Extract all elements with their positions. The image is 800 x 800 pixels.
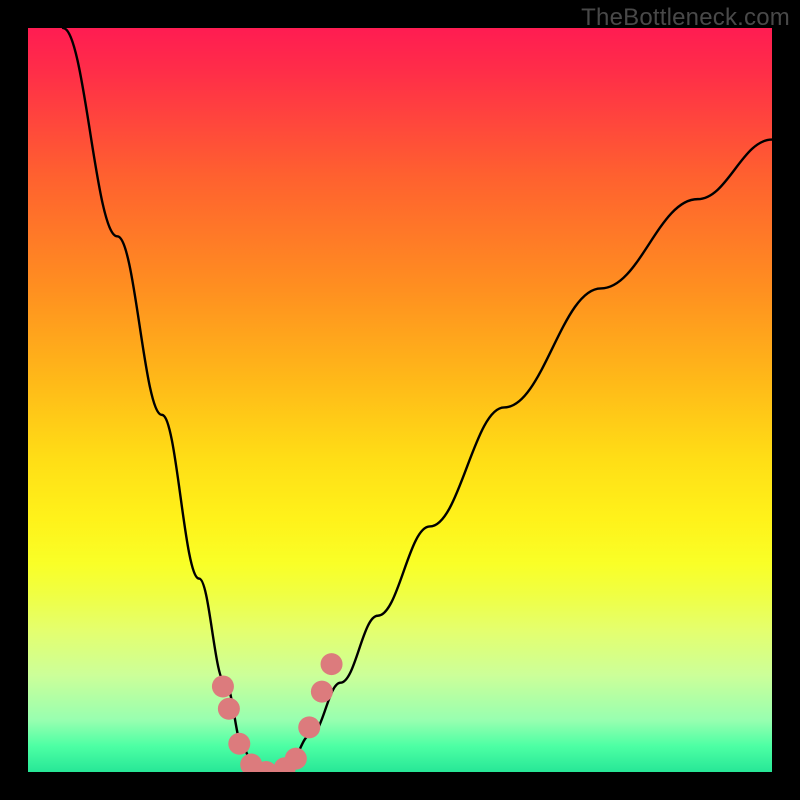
highlight-dot — [218, 698, 240, 720]
highlight-dot — [285, 748, 307, 770]
plot-area — [28, 28, 772, 772]
highlight-dot — [311, 681, 333, 703]
gradient-background — [28, 28, 772, 772]
outer-frame: TheBottleneck.com — [0, 0, 800, 800]
highlight-dot — [228, 733, 250, 755]
highlight-dot — [321, 653, 343, 675]
highlight-dot — [298, 716, 320, 738]
chart-svg — [28, 28, 772, 772]
highlight-dot — [212, 675, 234, 697]
